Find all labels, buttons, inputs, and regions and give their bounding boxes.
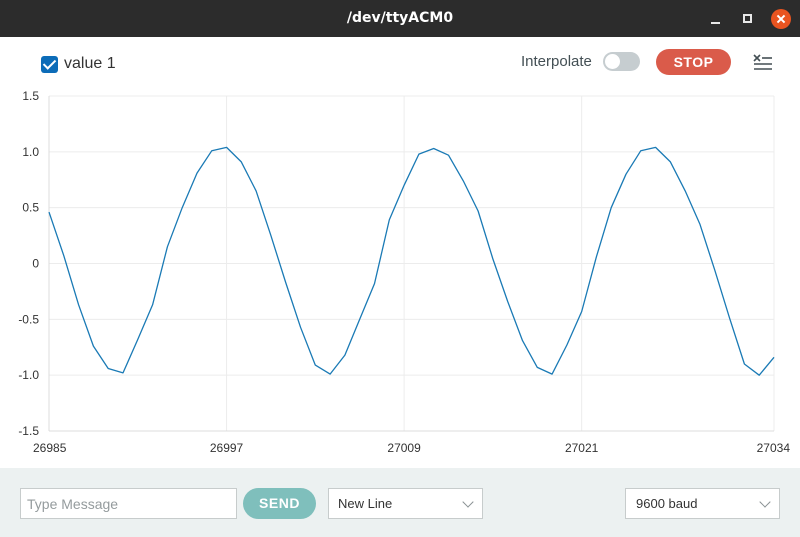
maximize-icon[interactable] bbox=[738, 9, 758, 29]
serial-plot-chart: 1.5 1.0 0.5 0 -0.5 -1.0 -1.5 26985 26997 27009 270… bbox=[18, 89, 791, 455]
line-ending-value: New Line bbox=[338, 496, 393, 511]
x-tick-label: 27009 bbox=[387, 441, 421, 455]
y-tick-label: -1.0 bbox=[18, 368, 39, 382]
x-tick-label: 27034 bbox=[757, 441, 791, 455]
series-checkbox[interactable] bbox=[41, 55, 58, 73]
x-tick-label: 26985 bbox=[33, 441, 67, 455]
x-tick-label: 27021 bbox=[565, 441, 599, 455]
close-icon[interactable] bbox=[771, 9, 791, 29]
x-tick-label: 26997 bbox=[210, 441, 244, 455]
y-tick-label: 1.0 bbox=[22, 145, 39, 159]
plotter-toolbar: value 1 Interpolate STOP bbox=[0, 37, 800, 89]
y-tick-label: 0.5 bbox=[22, 201, 39, 215]
title-bar: /dev/ttyACM0 bbox=[0, 0, 800, 37]
chevron-down-icon bbox=[462, 496, 474, 508]
message-input[interactable] bbox=[20, 488, 237, 519]
series-legend[interactable]: value 1 bbox=[41, 54, 116, 74]
send-bar: SEND New Line 9600 baud bbox=[0, 468, 800, 537]
clear-list-icon[interactable] bbox=[753, 52, 773, 72]
series-line-value-1 bbox=[48, 146, 775, 376]
send-button[interactable]: SEND bbox=[243, 488, 316, 519]
chevron-down-icon bbox=[759, 496, 771, 508]
series-label: value 1 bbox=[64, 55, 116, 72]
baud-rate-value: 9600 baud bbox=[636, 496, 698, 511]
minimize-icon[interactable] bbox=[705, 9, 725, 29]
stop-button[interactable]: STOP bbox=[656, 49, 731, 75]
interpolate-label: Interpolate bbox=[521, 53, 592, 70]
y-tick-label: 1.5 bbox=[22, 89, 39, 103]
interpolate-toggle[interactable] bbox=[603, 52, 640, 71]
line-ending-select[interactable]: New Line bbox=[328, 488, 483, 519]
y-tick-label: -0.5 bbox=[18, 312, 39, 326]
window-title: /dev/ttyACM0 bbox=[346, 10, 454, 26]
y-tick-label: -1.5 bbox=[18, 424, 39, 438]
y-tick-label: 0 bbox=[32, 257, 39, 271]
baud-rate-select[interactable]: 9600 baud bbox=[625, 488, 780, 519]
